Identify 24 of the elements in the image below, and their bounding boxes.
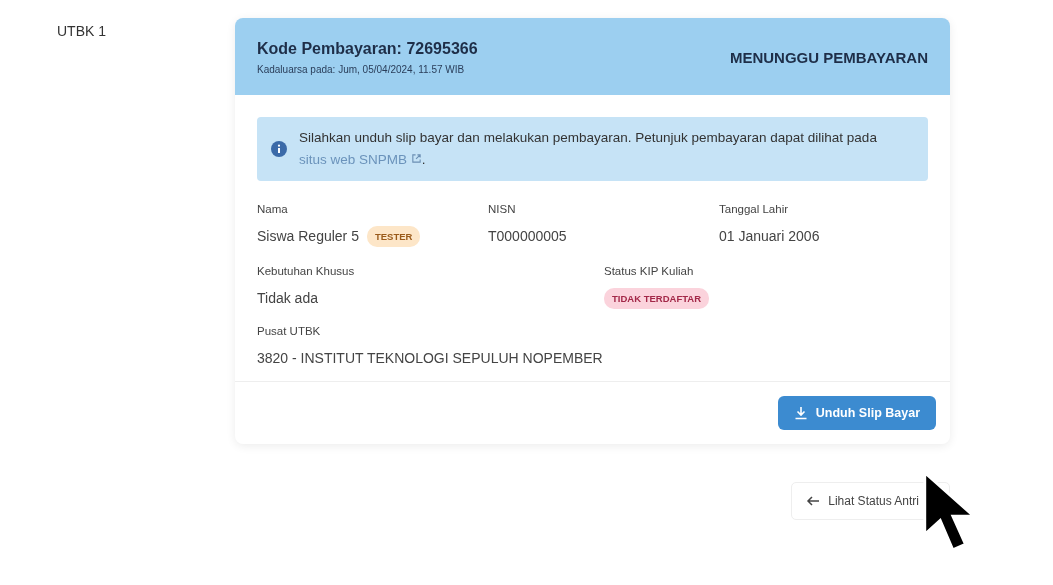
info-icon (271, 141, 287, 157)
field-value: Siswa Reguler 5 (257, 228, 359, 244)
field-label: Nama (257, 203, 289, 215)
payment-status: MENUNGGU PEMBAYARAN (729, 49, 928, 66)
expiry-text: Kadaluarsa pada: Jum, 05/04/2024, 11.57 WIB (257, 64, 466, 75)
section-label: UTBK 1 (57, 23, 106, 39)
field-value: T000000005 (488, 228, 567, 244)
payment-code: Kode Pembayaran: 72695366 (257, 40, 478, 58)
field-label: NISN (488, 203, 517, 215)
snpmb-link[interactable]: situs web SNPMB (299, 152, 422, 167)
field-label: Status KIP Kuliah (604, 265, 695, 277)
notice-text: Silahkan unduh slip bayar dan melakukan pembayaran. Petunjuk pembayaran dapat dilihat pada situs web SNPMB . (299, 129, 878, 169)
status-badge: TIDAK TERDAFTAR (604, 287, 709, 309)
field-label: Tanggal Lahir (719, 203, 790, 215)
external-link-icon (410, 153, 422, 164)
download-icon (793, 406, 808, 420)
field-label: Pusat UTBK (257, 325, 322, 337)
download-button[interactable]: Unduh Slip Bayar (777, 396, 936, 430)
field-value: Tidak ada (257, 290, 318, 306)
field-label: Kebutuhan Khusus (257, 265, 356, 277)
arrow-left-icon (806, 494, 821, 508)
field-value: 01 Januari 2006 (719, 228, 820, 244)
status-badge: TESTER (366, 225, 421, 247)
field-value: 3820 - INSTITUT TEKNOLOGI SEPULUH NOPEMBER (257, 350, 603, 366)
